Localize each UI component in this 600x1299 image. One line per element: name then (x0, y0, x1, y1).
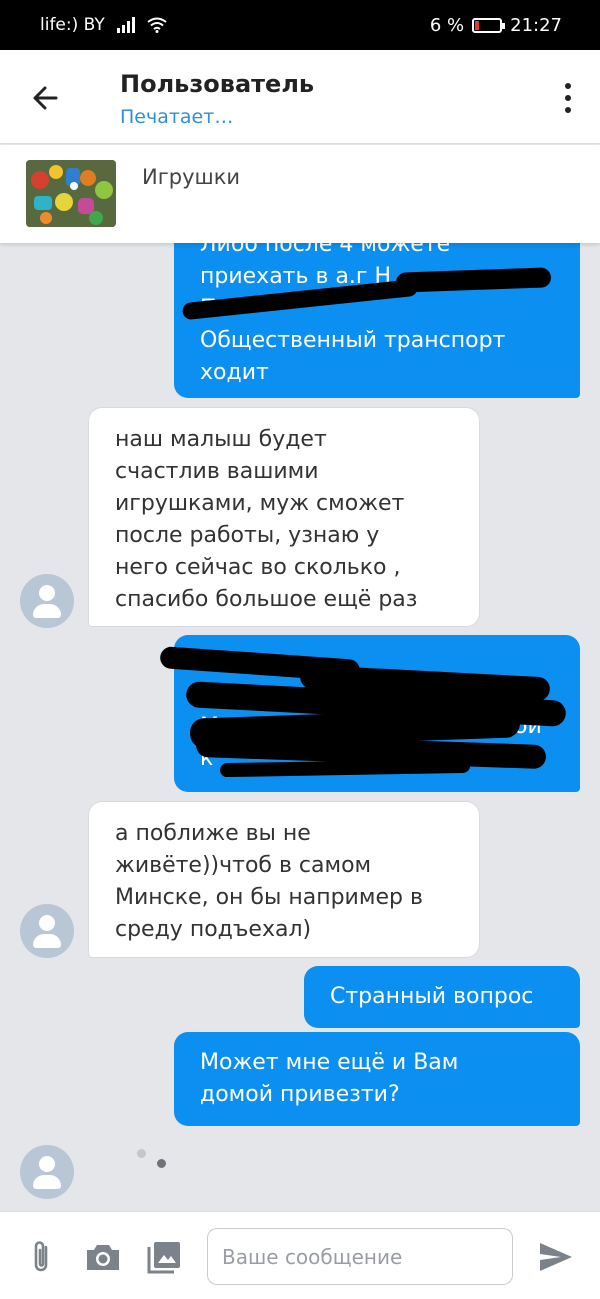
gallery-icon[interactable] (145, 1238, 183, 1276)
signal-icon (116, 17, 135, 33)
status-bar: life:) BY 6 % 21:27 (0, 0, 600, 50)
more-vertical-icon[interactable] (560, 80, 576, 116)
message-line: Может мне ещё и Вам (200, 1050, 459, 1075)
product-thumbnail (26, 160, 116, 227)
typing-dot (157, 1159, 166, 1168)
message-line: домой привезти? (200, 1082, 400, 1107)
message-input[interactable] (207, 1228, 513, 1285)
message-line: наш малыш будет (115, 427, 327, 452)
carrier-label: life:) BY (40, 15, 105, 35)
battery-percent: 6 % (429, 14, 465, 36)
product-bar[interactable]: Игрушки (0, 145, 600, 243)
message-line: ходит (200, 360, 269, 385)
message-line: счастлив вашими (115, 459, 319, 484)
message-line: среду подъехал) (115, 917, 312, 942)
user-avatar[interactable] (20, 904, 74, 958)
message-line: Общественный транспорт (200, 328, 506, 353)
message-line: а поближе вы не (115, 821, 311, 846)
wifi-icon (147, 17, 167, 33)
clock: 21:27 (510, 14, 562, 36)
message-outgoing[interactable]: Может мне ещё и Вам домой привезти? (174, 1032, 580, 1126)
message-outgoing[interactable]: Либо после 4 можете приехать в а.г Н П О… (174, 243, 580, 398)
user-avatar[interactable] (20, 1145, 74, 1199)
camera-icon[interactable] (84, 1238, 122, 1276)
message-line: после работы, узнаю у (115, 523, 380, 548)
message-line: живёте))чтоб в самом (115, 853, 372, 878)
product-title: Игрушки (142, 165, 241, 189)
back-arrow-icon[interactable] (26, 78, 66, 118)
chat-header: Пользователь Печатает… (0, 50, 600, 144)
message-line: игрушками, муж сможет (115, 491, 405, 516)
typing-dot (137, 1149, 146, 1158)
user-avatar[interactable] (20, 574, 74, 628)
message-incoming[interactable]: а поближе вы не живёте))чтоб в самом Мин… (88, 801, 480, 958)
message-line: него сейчас во сколько , (115, 555, 401, 580)
message-incoming[interactable]: наш малыш будет счастлив вашими игрушкам… (88, 407, 480, 627)
attach-paperclip-icon[interactable] (24, 1238, 62, 1276)
typing-status: Печатает… (120, 106, 234, 128)
battery-icon (472, 17, 506, 33)
message-line: Странный вопрос (330, 984, 534, 1009)
send-icon[interactable] (537, 1238, 575, 1276)
message-line: Минске, он бы например в (115, 885, 423, 910)
message-line: спасибо большое ещё раз (115, 587, 418, 612)
chat-title: Пользователь (120, 70, 315, 98)
message-composer (0, 1211, 600, 1299)
message-line: Либо после 4 можете (200, 243, 451, 257)
message-list[interactable]: Либо после 4 можете приехать в а.г Н П О… (0, 243, 600, 1211)
message-outgoing[interactable]: Странный вопрос (304, 966, 580, 1028)
